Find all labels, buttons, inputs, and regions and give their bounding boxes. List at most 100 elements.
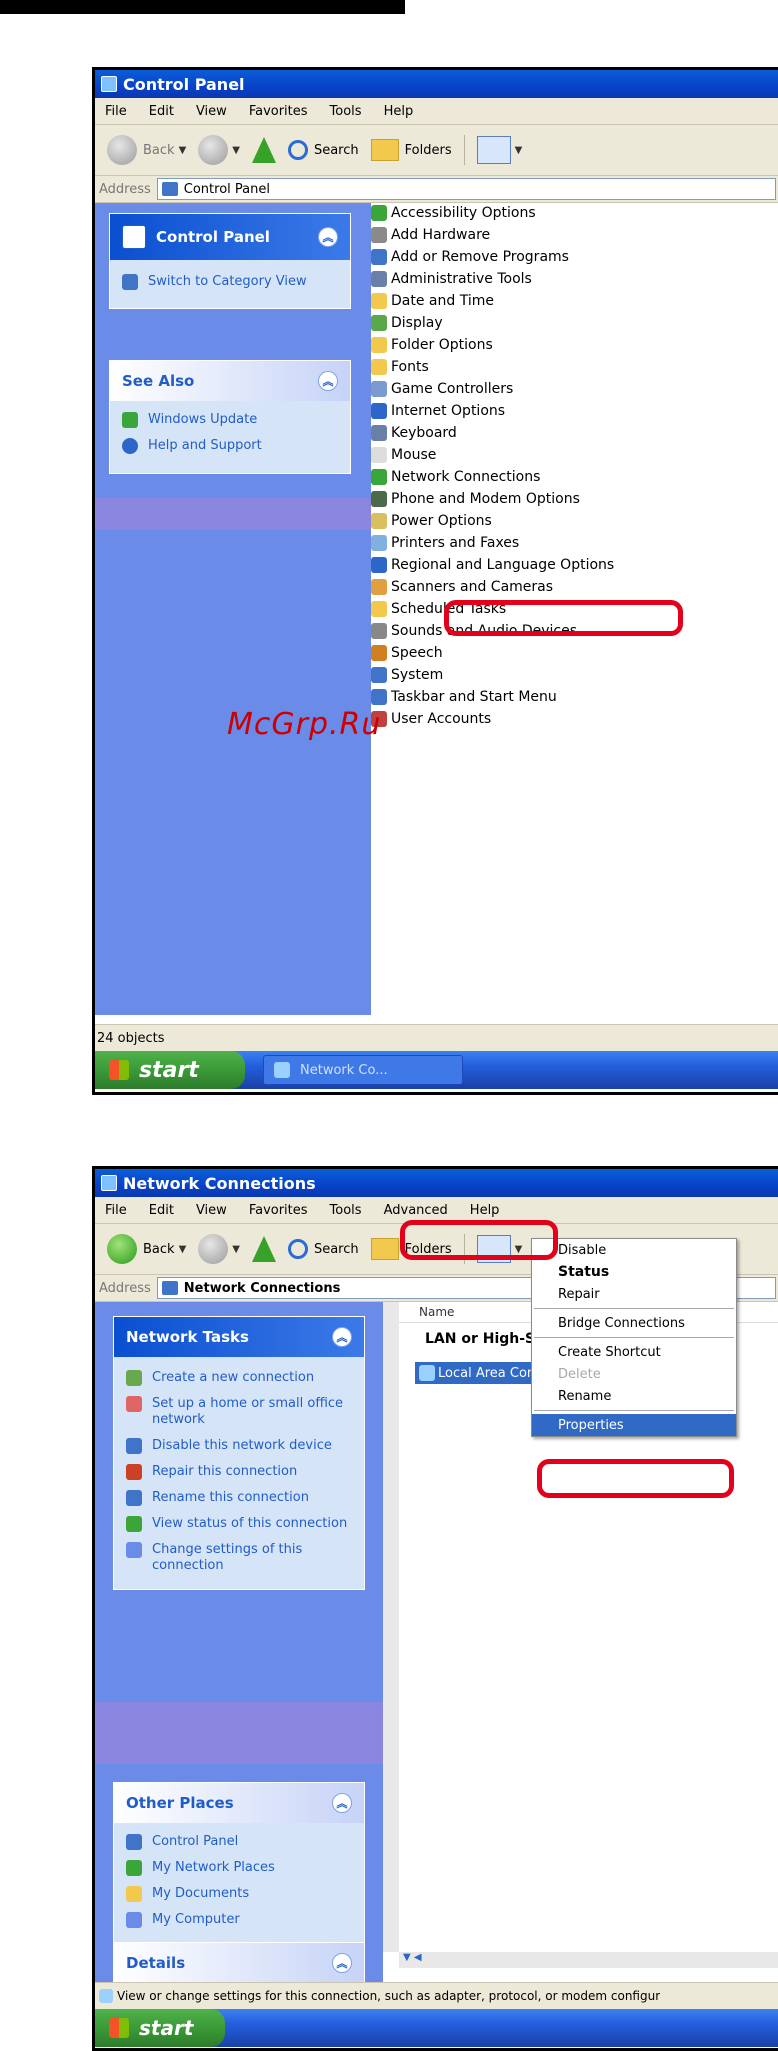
menu-view[interactable]: View — [196, 1203, 227, 1218]
control-panel-item[interactable]: Internet Options — [371, 400, 778, 422]
control-panel-item[interactable]: Speech — [371, 642, 778, 664]
back-label: Back — [143, 1241, 175, 1257]
other-places-list: Control Panel My Network Places My Documen… — [114, 1823, 364, 1943]
control-panel-item[interactable]: Mouse — [371, 444, 778, 466]
control-panel-item[interactable]: Power Options — [371, 510, 778, 532]
menu-favorites[interactable]: Favorites — [249, 1203, 308, 1218]
other-places-header[interactable]: Other Places ︽ — [114, 1783, 364, 1823]
menu-tools[interactable]: Tools — [330, 104, 362, 119]
control-panel-item[interactable]: Phone and Modem Options — [371, 488, 778, 510]
network-task-link[interactable]: Set up a home or small office network — [114, 1391, 364, 1433]
control-panel-icon — [122, 274, 138, 290]
control-panel-item[interactable]: Accessibility Options — [371, 202, 778, 224]
menu-file[interactable]: File — [105, 1203, 127, 1218]
control-panel-titlebar: Control Panel — [95, 70, 778, 98]
control-panel-item[interactable]: User Accounts — [371, 708, 778, 730]
collapse-icon[interactable]: ︽ — [332, 1793, 352, 1813]
start-button[interactable]: start — [95, 1051, 245, 1089]
other-place-link[interactable]: My Computer — [114, 1907, 364, 1933]
control-panel-item[interactable]: Fonts — [371, 356, 778, 378]
item-icon — [371, 667, 387, 683]
network-tasks-header[interactable]: Network Tasks ︽ — [114, 1317, 364, 1357]
item-icon — [371, 359, 387, 375]
item-label: Add or Remove Programs — [391, 249, 569, 265]
menu-properties[interactable]: Properties — [532, 1414, 736, 1436]
left-scrollbar[interactable] — [383, 1302, 399, 1952]
menu-rename[interactable]: Rename — [532, 1385, 736, 1407]
menu-create-shortcut[interactable]: Create Shortcut — [532, 1341, 736, 1363]
control-panel-item[interactable]: Add Hardware — [371, 224, 778, 246]
control-panel-header[interactable]: Control Panel ︽ — [110, 214, 350, 260]
back-arrow-icon — [107, 1234, 137, 1264]
task-icon — [126, 1396, 142, 1412]
windows-update-link[interactable]: Windows Update — [110, 407, 350, 433]
start-button[interactable]: start — [95, 2009, 225, 2047]
switch-category-view-link[interactable]: Switch to Category View — [110, 260, 350, 308]
control-panel-item[interactable]: System — [371, 664, 778, 686]
network-task-link[interactable]: View status of this connection — [114, 1511, 364, 1537]
address-value: Control Panel — [183, 181, 270, 197]
forward-button[interactable]: ▼ — [198, 1234, 240, 1264]
context-menu: Disable Status Repair Bridge Connections… — [531, 1238, 737, 1437]
views-button[interactable]: ▼ — [476, 136, 522, 164]
network-task-link[interactable]: Create a new connection — [114, 1365, 364, 1391]
control-panel-item[interactable]: Regional and Language Options — [371, 554, 778, 576]
taskbar-network-button[interactable]: Network Co... — [263, 1055, 463, 1085]
menu-advanced[interactable]: Advanced — [384, 1203, 448, 1218]
help-support-link[interactable]: Help and Support — [110, 433, 350, 459]
collapse-icon[interactable]: ︽ — [332, 1953, 352, 1973]
start-label: start — [139, 2016, 194, 2040]
horizontal-scrollbar[interactable]: ▼ ◀ — [399, 1952, 778, 1968]
menu-favorites[interactable]: Favorites — [249, 104, 308, 119]
control-panel-item[interactable]: Keyboard — [371, 422, 778, 444]
search-button[interactable]: Search — [287, 140, 359, 160]
forward-button[interactable]: ▼ — [198, 135, 240, 165]
item-icon — [371, 579, 387, 595]
menu-file[interactable]: File — [105, 104, 127, 119]
network-task-link[interactable]: Change settings of this connection — [114, 1537, 364, 1579]
control-panel-item[interactable]: Scanners and Cameras — [371, 576, 778, 598]
up-button[interactable] — [251, 137, 276, 163]
control-panel-item[interactable]: Add or Remove Programs — [371, 246, 778, 268]
menu-view[interactable]: View — [196, 104, 227, 119]
item-label: Fonts — [391, 359, 429, 375]
other-place-link[interactable]: Control Panel — [114, 1829, 364, 1855]
back-button[interactable]: Back ▼ — [107, 1234, 186, 1264]
menu-disable[interactable]: Disable — [532, 1239, 736, 1261]
address-input[interactable]: Control Panel — [156, 178, 776, 200]
collapse-icon[interactable]: ︽ — [332, 1327, 352, 1347]
menu-edit[interactable]: Edit — [149, 1203, 174, 1218]
menu-bridge-connections[interactable]: Bridge Connections — [532, 1312, 736, 1334]
menu-tools[interactable]: Tools — [330, 1203, 362, 1218]
control-panel-item[interactable]: Printers and Faxes — [371, 532, 778, 554]
menu-repair[interactable]: Repair — [532, 1283, 736, 1305]
menu-status[interactable]: Status — [532, 1261, 736, 1283]
network-task-link[interactable]: Disable this network device — [114, 1433, 364, 1459]
control-panel-item[interactable]: Display — [371, 312, 778, 334]
control-panel-icon — [101, 76, 117, 92]
control-panel-item[interactable]: Administrative Tools — [371, 268, 778, 290]
back-label: Back — [143, 142, 175, 158]
collapse-icon[interactable]: ︽ — [318, 371, 338, 391]
menu-edit[interactable]: Edit — [149, 104, 174, 119]
details-header[interactable]: Details ︽ — [114, 1943, 364, 1983]
other-place-link[interactable]: My Documents — [114, 1881, 364, 1907]
control-panel-item[interactable]: Folder Options — [371, 334, 778, 356]
see-also-header[interactable]: See Also ︽ — [110, 361, 350, 401]
control-panel-item[interactable]: Date and Time — [371, 290, 778, 312]
menu-help[interactable]: Help — [470, 1203, 500, 1218]
folders-button[interactable]: Folders — [370, 139, 452, 161]
item-label: Internet Options — [391, 403, 506, 419]
control-panel-item[interactable]: Network Connections — [371, 466, 778, 488]
control-panel-box: Control Panel ︽ Switch to Category View — [109, 213, 351, 309]
network-task-link[interactable]: Rename this connection — [114, 1485, 364, 1511]
menu-help[interactable]: Help — [384, 104, 414, 119]
up-button[interactable] — [251, 1236, 276, 1262]
control-panel-item[interactable]: Game Controllers — [371, 378, 778, 400]
back-button[interactable]: Back ▼ — [107, 135, 186, 165]
network-task-link[interactable]: Repair this connection — [114, 1459, 364, 1485]
search-button[interactable]: Search — [287, 1239, 359, 1259]
collapse-icon[interactable]: ︽ — [318, 227, 338, 247]
other-place-link[interactable]: My Network Places — [114, 1855, 364, 1881]
control-panel-item[interactable]: Taskbar and Start Menu — [371, 686, 778, 708]
